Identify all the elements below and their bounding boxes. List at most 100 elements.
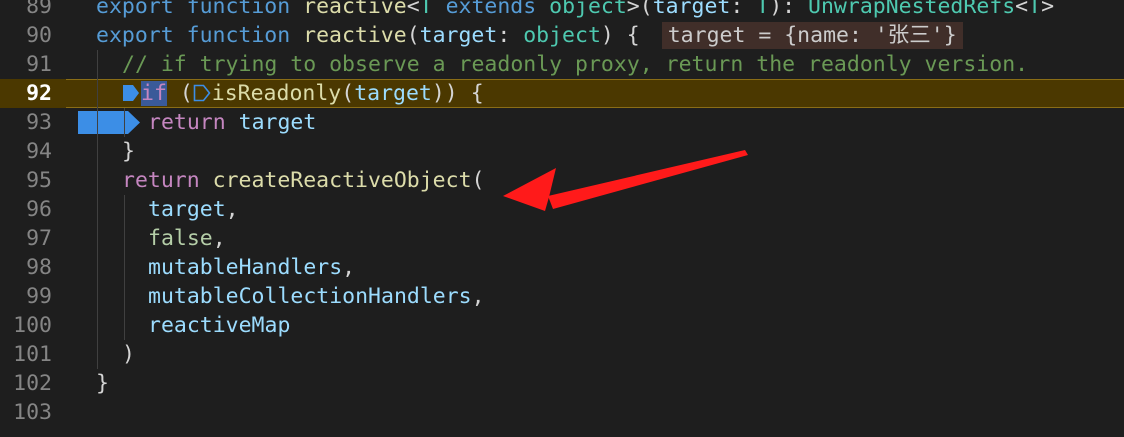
indent-guide xyxy=(124,195,125,224)
line-code: export function reactive(target: object)… xyxy=(96,21,963,50)
token-keyword: return xyxy=(122,168,200,193)
line-code: } xyxy=(122,137,135,166)
line-code: return createReactiveObject( xyxy=(122,166,484,195)
code-line[interactable]: 98 mutableHandlers, xyxy=(0,253,1124,282)
token-function-name: reactive xyxy=(303,0,407,19)
token-keyword: function xyxy=(186,23,291,48)
line-number: 101 xyxy=(13,342,52,367)
code-line[interactable]: 97 false, xyxy=(0,224,1124,253)
line-number: 102 xyxy=(13,371,52,396)
token-punct: , xyxy=(471,284,485,309)
line-number: 93 xyxy=(26,110,52,135)
code-line[interactable]: 103 xyxy=(0,398,1124,427)
indent-guide xyxy=(124,311,125,340)
token-punct: < xyxy=(406,0,420,19)
token-type: T xyxy=(419,0,433,19)
token-punct: ): xyxy=(769,0,809,19)
line-number: 97 xyxy=(26,226,52,251)
code-line[interactable]: 91 // if trying to observe a readonly pr… xyxy=(0,50,1124,79)
line-code: export function reactive<T extends objec… xyxy=(96,0,1054,21)
token-keyword: if xyxy=(141,81,167,106)
token-punct: ) xyxy=(122,342,135,367)
indent-guide xyxy=(97,195,98,224)
indent-guide xyxy=(124,224,125,253)
token-variable: target xyxy=(354,81,432,106)
token-punct: ( xyxy=(471,168,485,193)
line-number: 92 xyxy=(26,81,52,106)
indent-guide xyxy=(124,108,125,137)
indent-guide xyxy=(97,311,98,340)
indent-guide xyxy=(124,282,125,311)
code-editor[interactable]: 89 export function reactive<T extends ob… xyxy=(0,0,1124,437)
indent-guide xyxy=(97,50,98,79)
token-boolean: false xyxy=(148,226,213,251)
token-param: target xyxy=(419,23,498,48)
line-code: mutableCollectionHandlers, xyxy=(148,282,485,311)
line-number: 95 xyxy=(26,168,52,193)
line-number: 103 xyxy=(13,400,52,425)
code-line[interactable]: 94 } xyxy=(0,137,1124,166)
code-line[interactable]: 101 ) xyxy=(0,340,1124,369)
indent-guide xyxy=(97,79,98,108)
token-punct: , xyxy=(342,255,356,280)
token-punct: , xyxy=(225,197,239,222)
indent-guide xyxy=(97,166,98,195)
indent-guide xyxy=(97,282,98,311)
token-variable: reactiveMap xyxy=(148,313,291,338)
line-code: ) xyxy=(122,340,135,369)
code-line[interactable]: 96 target, xyxy=(0,195,1124,224)
token-keyword: export xyxy=(96,23,174,48)
token-punct: )) { xyxy=(431,81,484,106)
token-punct: < xyxy=(1015,0,1029,19)
line-code: // if trying to observe a readonly proxy… xyxy=(122,50,1028,79)
token-keyword: function xyxy=(186,0,291,19)
indent-guide xyxy=(97,253,98,282)
token-punct: : xyxy=(730,0,757,19)
indent-guide xyxy=(97,340,98,369)
line-number: 90 xyxy=(26,23,52,48)
code-line[interactable]: 100 reactiveMap xyxy=(0,311,1124,340)
line-code: target, xyxy=(148,195,239,224)
token-punct: } xyxy=(122,139,135,164)
debug-stackframe-icon[interactable]: 92 xyxy=(0,81,140,134)
token-keyword: export xyxy=(96,0,174,19)
token-punct: ( xyxy=(341,81,355,106)
code-line[interactable]: 93 return target xyxy=(0,108,1124,137)
token-variable: target xyxy=(238,110,317,135)
token-keyword: return xyxy=(148,110,226,135)
code-line[interactable]: 89 export function reactive<T extends ob… xyxy=(0,0,1124,21)
line-number: 99 xyxy=(26,284,52,309)
token-param: target xyxy=(652,0,731,19)
token-punct: ( xyxy=(406,23,420,48)
indent-guide xyxy=(124,253,125,282)
inline-breakpoint-icon[interactable] xyxy=(122,83,140,103)
token-variable: target xyxy=(148,197,226,222)
line-code: mutableHandlers, xyxy=(148,253,355,282)
token-punct: ) { xyxy=(600,23,640,48)
token-variable: mutableCollectionHandlers xyxy=(148,284,472,309)
token-punct: >( xyxy=(626,0,653,19)
line-number: 96 xyxy=(26,197,52,222)
code-line[interactable]: 99 mutableCollectionHandlers, xyxy=(0,282,1124,311)
token-type: T xyxy=(756,0,770,19)
line-code: false, xyxy=(148,224,226,253)
line-number: 100 xyxy=(13,313,52,338)
token-punct: : xyxy=(497,23,524,48)
token-punct: > xyxy=(1041,0,1055,19)
token-function-name: reactive xyxy=(303,23,407,48)
indent-guide xyxy=(97,108,98,137)
indent-guide xyxy=(97,137,98,166)
line-code: return target xyxy=(148,108,316,137)
line-number: 98 xyxy=(26,255,52,280)
line-number: 94 xyxy=(26,139,52,164)
line-code: if (isReadonly(target)) { xyxy=(122,79,484,108)
token-punct: } xyxy=(96,371,109,396)
current-execution-line[interactable]: 92 if (isReadonly(target)) { xyxy=(0,79,1124,134)
inline-debug-value[interactable]: target = {name: '张三'} xyxy=(661,22,963,49)
token-function-name: isReadonly xyxy=(211,81,342,106)
code-line[interactable]: 95 return createReactiveObject( xyxy=(0,166,1124,195)
inline-breakpoint-icon[interactable] xyxy=(193,83,211,103)
code-line[interactable]: 90 export function reactive(target: obje… xyxy=(0,21,1124,50)
line-code: reactiveMap xyxy=(148,311,290,340)
code-line[interactable]: 102 } xyxy=(0,369,1124,398)
